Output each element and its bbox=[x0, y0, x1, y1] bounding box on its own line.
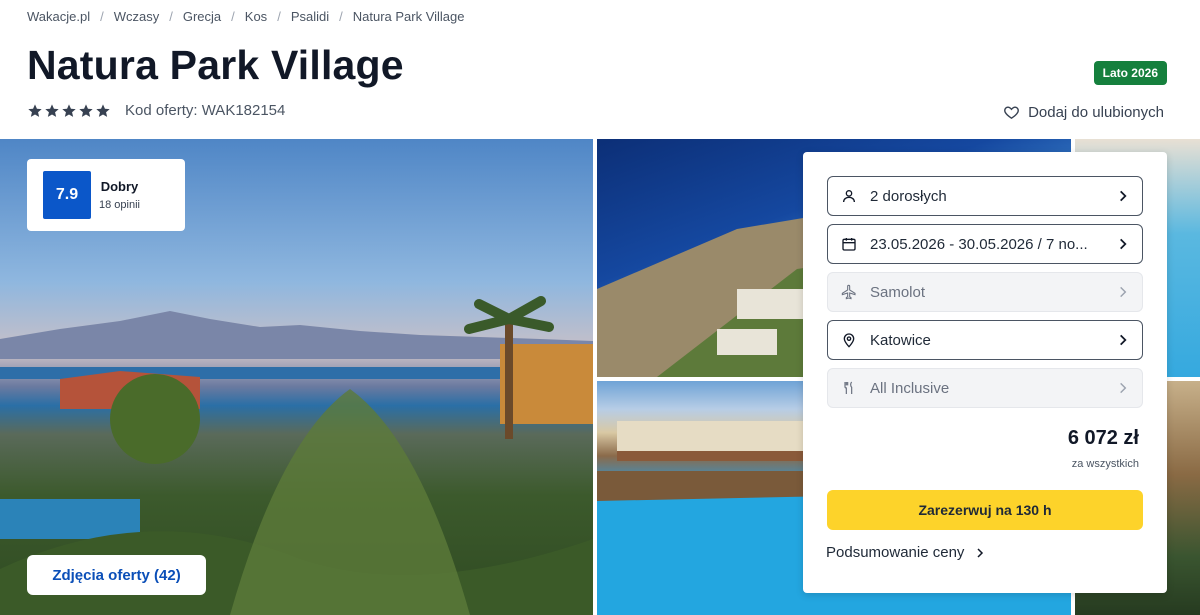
breadcrumb-separator: / bbox=[169, 9, 173, 24]
review-summary: Dobry 18 opinii bbox=[99, 179, 140, 211]
location-pin-icon bbox=[840, 331, 858, 349]
chevron-right-icon bbox=[977, 547, 984, 558]
star-icon bbox=[62, 103, 76, 117]
travelers-value: 2 dorosłych bbox=[870, 187, 947, 205]
chevron-right-icon bbox=[1120, 238, 1127, 250]
favorites-label: Dodaj do ulubionych bbox=[1028, 104, 1164, 121]
transport-field: Samolot bbox=[827, 272, 1143, 312]
star-icon bbox=[28, 103, 42, 117]
breadcrumb-item-hotel[interactable]: Natura Park Village bbox=[353, 9, 465, 24]
price-note: za wszystkich bbox=[1071, 458, 1139, 470]
add-to-favorites-button[interactable]: Dodaj do ulubionych bbox=[1003, 104, 1164, 121]
breadcrumb-separator: / bbox=[100, 9, 104, 24]
dates-field[interactable]: 23.05.2026 - 30.05.2026 / 7 no... bbox=[827, 224, 1143, 264]
season-badge: Lato 2026 bbox=[1093, 61, 1167, 85]
star-icon bbox=[45, 103, 59, 117]
offer-code: Kod oferty: WAK182154 bbox=[125, 102, 286, 119]
booking-panel: 2 dorosłych 23.05.2026 - 30.05.2026 / 7 … bbox=[803, 152, 1167, 593]
chevron-right-icon bbox=[1120, 190, 1127, 202]
transport-value: Samolot bbox=[870, 283, 926, 301]
star-icon bbox=[79, 103, 93, 117]
page-title: Natura Park Village bbox=[27, 42, 404, 88]
breadcrumb-separator: / bbox=[339, 9, 343, 24]
calendar-icon bbox=[840, 235, 858, 253]
breadcrumb-item-home[interactable]: Wakacje.pl bbox=[27, 9, 90, 24]
departure-field[interactable]: Katowice bbox=[827, 320, 1143, 360]
travelers-field[interactable]: 2 dorosłych bbox=[827, 176, 1143, 216]
chevron-right-icon bbox=[1120, 382, 1127, 394]
person-icon bbox=[840, 187, 858, 205]
board-field: All Inclusive bbox=[827, 368, 1143, 408]
book-button[interactable]: Zarezerwuj na 130 h bbox=[827, 490, 1143, 530]
hotel-page: Wakacje.pl / Wczasy / Grecja / Kos / Psa… bbox=[0, 0, 1200, 615]
breadcrumb-item-country[interactable]: Grecja bbox=[183, 9, 221, 24]
board-value: All Inclusive bbox=[870, 379, 950, 397]
review-score: 7.9 bbox=[43, 171, 91, 219]
review-count: 18 opinii bbox=[99, 199, 140, 211]
total-price: 6 072 zł bbox=[1067, 427, 1139, 449]
main-photo[interactable]: 7.9 Dobry 18 opinii Zdjęcia oferty (42) bbox=[0, 139, 593, 615]
review-score-card[interactable]: 7.9 Dobry 18 opinii bbox=[27, 159, 185, 231]
star-icon bbox=[96, 103, 110, 117]
price-summary-link[interactable]: Podsumowanie ceny bbox=[826, 544, 986, 561]
photos-button[interactable]: Zdjęcia oferty (42) bbox=[27, 555, 206, 595]
price-summary-label: Podsumowanie ceny bbox=[826, 544, 965, 561]
hotel-stars bbox=[27, 103, 111, 119]
breadcrumb: Wakacje.pl / Wczasy / Grecja / Kos / Psa… bbox=[27, 9, 465, 24]
departure-value: Katowice bbox=[870, 331, 931, 349]
plane-icon bbox=[840, 283, 858, 301]
breadcrumb-item-city[interactable]: Psalidi bbox=[291, 9, 329, 24]
dates-value: 23.05.2026 - 30.05.2026 / 7 no... bbox=[870, 235, 1088, 253]
chevron-right-icon bbox=[1120, 334, 1127, 346]
breadcrumb-item-region[interactable]: Kos bbox=[245, 9, 267, 24]
cutlery-icon bbox=[840, 379, 858, 397]
review-label: Dobry bbox=[100, 179, 139, 194]
breadcrumb-item-wczasy[interactable]: Wczasy bbox=[114, 9, 160, 24]
breadcrumb-separator: / bbox=[231, 9, 235, 24]
breadcrumb-separator: / bbox=[277, 9, 281, 24]
chevron-right-icon bbox=[1120, 286, 1127, 298]
rating-row: Kod oferty: WAK182154 bbox=[27, 102, 285, 119]
heart-icon bbox=[1004, 106, 1019, 120]
